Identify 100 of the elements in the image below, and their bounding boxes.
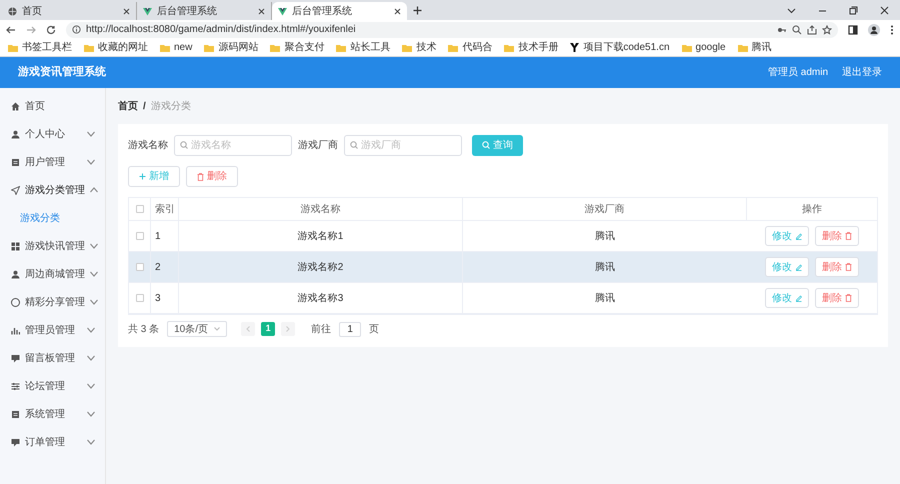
checkbox[interactable]: [136, 263, 144, 271]
chart-icon: [11, 326, 20, 334]
page-size-select[interactable]: 10条/页: [167, 321, 228, 337]
zoom-icon[interactable]: [792, 24, 802, 34]
profile-icon[interactable]: [868, 24, 880, 36]
grid-icon: [11, 242, 20, 250]
y-logo-icon: [570, 43, 580, 52]
chevron-down-icon[interactable]: [787, 6, 796, 15]
chevron-left-icon: [246, 326, 250, 332]
sidebar-menu-item[interactable]: 周边商城管理: [0, 260, 105, 288]
address-bar[interactable]: http://localhost:8080/game/admin/dist/index.html#/youxifenlei: [66, 22, 838, 38]
browser-tab[interactable]: 后台管理系统: [272, 2, 407, 20]
sidebar-menu-item[interactable]: 个人中心: [0, 120, 105, 148]
search-icon: [350, 141, 358, 149]
restore-icon[interactable]: [849, 6, 858, 15]
checkbox[interactable]: [136, 294, 144, 302]
star-icon[interactable]: [822, 24, 832, 34]
v-logo-icon: [278, 6, 287, 16]
reload-icon[interactable]: [46, 24, 56, 34]
close-icon[interactable]: [880, 6, 889, 15]
trash-icon: [845, 263, 852, 271]
edit-icon: [795, 264, 802, 270]
table-cell-text: 腾讯: [594, 230, 616, 244]
user-icon: [11, 130, 20, 138]
search-field[interactable]: 游戏厂商: [344, 134, 462, 156]
close-icon[interactable]: [394, 8, 401, 14]
sidebar-menu-item[interactable]: 游戏分类管理: [0, 176, 105, 204]
breadcrumb-link[interactable]: 首页: [118, 98, 138, 114]
table-row[interactable]: 1 游戏名称1 腾讯 修改 删除: [129, 221, 877, 252]
folder-icon: [8, 44, 18, 52]
sidebar-menu-item[interactable]: 论坛管理: [0, 372, 105, 400]
sidebar-menu-item[interactable]: 首页: [0, 92, 105, 120]
breadcrumb-separator: /: [143, 100, 146, 114]
plus-icon: [139, 173, 146, 180]
sidebar-menu-item[interactable]: 精彩分享管理: [0, 288, 105, 316]
table-cell: 游戏名称1: [179, 221, 463, 251]
trash-icon: [197, 172, 204, 180]
bookmark-link[interactable]: 腾讯: [752, 40, 772, 55]
table-cell-text: 腾讯: [594, 292, 616, 306]
table-cell: 游戏名称3: [179, 283, 463, 313]
sidebar-menu-item[interactable]: 订单管理: [0, 428, 105, 456]
table-row[interactable]: 2 游戏名称2 腾讯 修改 删除: [129, 252, 877, 283]
checkbox[interactable]: [136, 232, 144, 240]
goto-label: 前往: [311, 322, 332, 336]
search-icon: [482, 141, 490, 149]
bookmark-link[interactable]: 技术手册: [518, 40, 558, 55]
close-icon[interactable]: [258, 8, 265, 14]
user-name: 管理员 admin: [768, 66, 828, 80]
close-icon[interactable]: [123, 8, 130, 14]
trash-icon: [845, 232, 852, 240]
sidebar-menu-item[interactable]: 留言板管理: [0, 344, 105, 372]
sidebar-menu-item[interactable]: 系统管理: [0, 400, 105, 428]
tab-title: 后台管理系统: [292, 4, 353, 18]
sidebar-submenu-item[interactable]: 游戏分类: [0, 204, 105, 232]
page-number-field[interactable]: 1: [339, 322, 362, 336]
share-icon[interactable]: [807, 24, 817, 34]
table-cell: 3: [151, 283, 179, 313]
table-cell: 游戏名称2: [179, 252, 463, 282]
bookmark-link[interactable]: 源码网站: [218, 40, 258, 55]
bookmark-link[interactable]: 站长工具: [350, 40, 390, 55]
sidepanel-icon[interactable]: [848, 24, 858, 34]
table-row[interactable]: 3 游戏名称3 腾讯 修改 删除: [129, 283, 877, 314]
bookmark-link[interactable]: 书签工具栏: [22, 40, 72, 55]
folder-icon: [204, 44, 214, 52]
table-cell: 2: [151, 252, 179, 282]
menu-icon[interactable]: [890, 24, 894, 34]
total-count: 共 3 条: [128, 322, 160, 336]
bookmark-link[interactable]: 代码合: [462, 40, 492, 55]
chat-icon: [11, 438, 20, 446]
v-logo-icon: [143, 6, 152, 16]
bookmark-link[interactable]: google: [696, 40, 726, 55]
tab-title: 后台管理系统: [157, 4, 218, 18]
bookmark-link[interactable]: 项目下载code51.cn: [583, 40, 670, 55]
list-icon: [11, 158, 20, 166]
user-icon: [11, 270, 20, 278]
plus-icon[interactable]: [413, 6, 422, 15]
send-icon: [11, 186, 20, 194]
chat-icon: [11, 354, 20, 362]
bookmark-link[interactable]: 聚合支付: [284, 40, 324, 55]
bookmark-link[interactable]: new: [174, 40, 192, 55]
edit-icon: [795, 294, 802, 302]
back-icon[interactable]: [6, 24, 16, 34]
logout-link[interactable]: 退出登录: [842, 65, 882, 80]
search-field[interactable]: 游戏名称: [174, 134, 292, 156]
search-icon: [180, 141, 188, 149]
field-label: 游戏厂商: [298, 138, 338, 152]
folder-icon: [160, 44, 170, 52]
sidebar-menu-item[interactable]: 管理员管理: [0, 316, 105, 344]
sidebar-menu-item[interactable]: 游戏快讯管理: [0, 232, 105, 260]
folder-icon: [504, 44, 514, 52]
field-label: 游戏名称: [128, 138, 168, 152]
bookmark-link[interactable]: 技术: [416, 40, 436, 55]
sidebar-menu-item[interactable]: 用户管理: [0, 148, 105, 176]
folder-icon: [270, 44, 280, 52]
sliders-icon: [11, 382, 20, 390]
trash-icon: [845, 294, 852, 302]
chevron-right-icon: [286, 326, 290, 332]
column-header: 操作: [801, 202, 823, 216]
checkbox[interactable]: [136, 205, 144, 213]
bookmark-link[interactable]: 收藏的网址: [98, 40, 148, 55]
